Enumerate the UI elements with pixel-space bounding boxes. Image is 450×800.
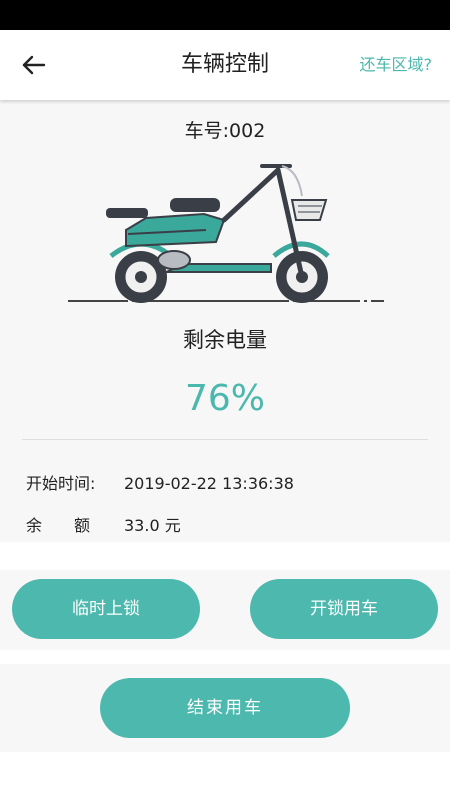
vehicle-panel: 车号:002 剩余电量 76% 开始时间: 2019-02-22 13:36:3…	[0, 100, 450, 542]
scooter-illustration	[68, 164, 384, 303]
battery-percentage: 76%	[184, 378, 265, 419]
arrow-left-icon	[22, 55, 46, 75]
balance-label: 余额	[26, 512, 124, 536]
start-time-value: 2019-02-22 13:36:38	[124, 474, 294, 493]
temp-lock-button[interactable]: 临时上锁	[12, 579, 200, 639]
balance-row: 余额 33.0 元	[26, 512, 181, 536]
vehicle-number: 车号:002	[184, 120, 266, 142]
end-ride-button[interactable]: 结束用车	[100, 678, 350, 738]
battery-label: 剩余电量	[183, 328, 267, 352]
balance-label-char-2: 额	[74, 516, 91, 535]
status-bar	[0, 0, 450, 30]
action-buttons-row: 临时上锁 开锁用车	[0, 570, 450, 650]
top-nav-bar: 车辆控制 还车区域?	[0, 30, 450, 100]
unlock-button[interactable]: 开锁用车	[250, 579, 438, 639]
balance-label-char-1: 余	[26, 516, 43, 535]
end-ride-row: 结束用车	[0, 664, 450, 752]
balance-value: 33.0 元	[124, 516, 181, 535]
return-area-link[interactable]: 还车区域?	[360, 30, 433, 100]
back-button[interactable]	[16, 50, 52, 80]
start-time-label: 开始时间:	[26, 474, 96, 493]
start-time-row: 开始时间: 2019-02-22 13:36:38	[26, 470, 294, 494]
divider	[22, 439, 428, 440]
